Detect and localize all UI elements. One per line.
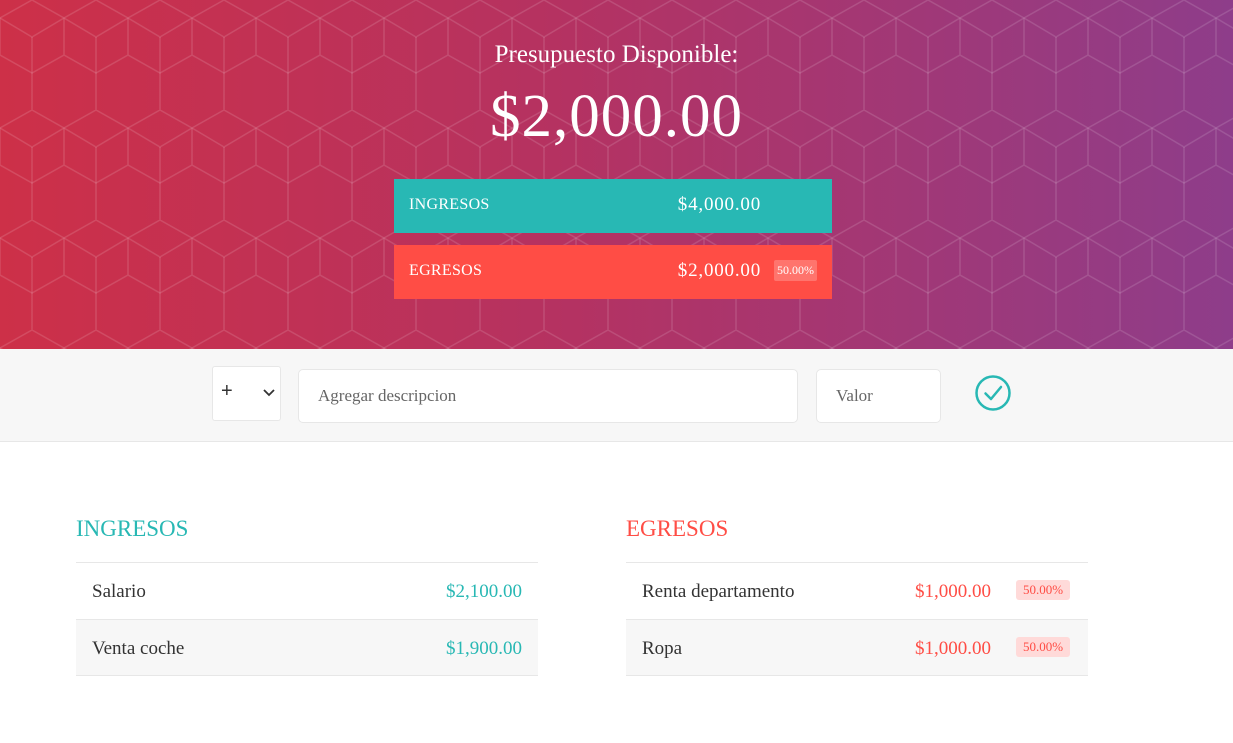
income-value: $2,100.00 xyxy=(446,581,522,602)
expense-summary: EGRESOS $2,000.00 50.00% xyxy=(394,245,832,299)
income-summary-label: INGRESOS xyxy=(409,196,490,213)
income-value: $1,900.00 xyxy=(446,638,522,659)
add-item-bar: + xyxy=(0,349,1233,442)
income-list: Salario $2,100.00 Venta coche $1,900.00 xyxy=(76,562,538,676)
description-input[interactable] xyxy=(298,369,798,423)
income-list-title: INGRESOS xyxy=(76,516,189,541)
income-row[interactable]: Salario $2,100.00 xyxy=(76,562,538,619)
expense-percentage-badge: 50.00% xyxy=(1016,637,1071,657)
check-circle-icon[interactable] xyxy=(973,373,1013,413)
value-input[interactable] xyxy=(816,369,941,423)
expense-row[interactable]: Ropa $1,000.00 50.00% xyxy=(626,619,1088,676)
expense-row[interactable]: Renta departamento $1,000.00 50.00% xyxy=(626,562,1088,619)
income-summary: INGRESOS $4,000.00 xyxy=(394,179,832,233)
income-description: Salario xyxy=(92,581,146,602)
budget-title: Presupuesto Disponible: xyxy=(494,41,739,68)
income-row[interactable]: Venta coche $1,900.00 xyxy=(76,619,538,676)
expense-description: Ropa xyxy=(642,638,683,659)
chevron-down-icon xyxy=(263,389,275,397)
expense-summary-value: $2,000.00 xyxy=(677,260,761,281)
expense-value: $1,000.00 xyxy=(915,581,991,602)
available-budget: $2,000.00 xyxy=(490,83,743,150)
expense-list: Renta departamento $1,000.00 50.00% Ropa… xyxy=(626,562,1088,676)
expense-percentage-badge: 50.00% xyxy=(1016,580,1071,600)
expense-summary-percentage: 50.00% xyxy=(774,260,817,281)
budget-header: Presupuesto Disponible: $2,000.00 INGRES… xyxy=(0,0,1233,349)
expense-description: Renta departamento xyxy=(642,581,795,602)
income-description: Venta coche xyxy=(92,638,185,659)
expense-value: $1,000.00 xyxy=(915,638,991,659)
type-select-value: + xyxy=(221,380,233,402)
type-select[interactable]: + xyxy=(212,366,281,421)
expense-summary-label: EGRESOS xyxy=(409,262,483,279)
income-summary-value: $4,000.00 xyxy=(677,194,761,215)
expense-list-title: EGRESOS xyxy=(626,516,729,541)
